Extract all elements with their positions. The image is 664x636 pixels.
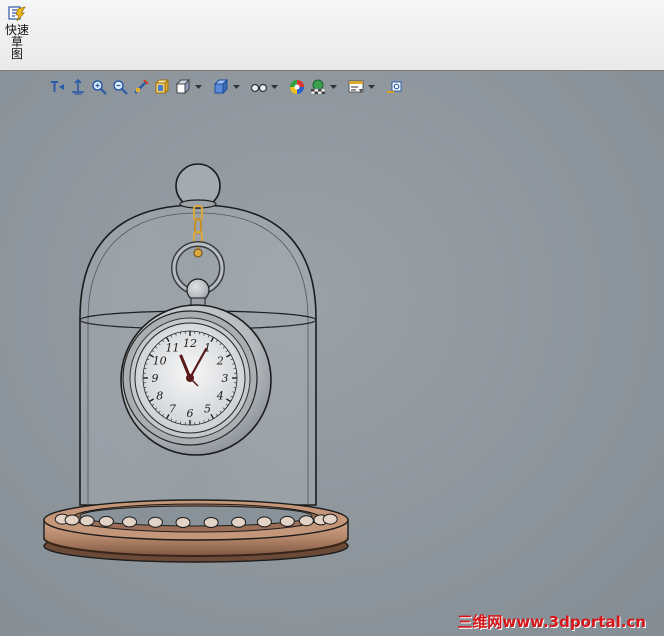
base-carved-hole <box>64 514 80 526</box>
dial-numeral: 11 <box>166 342 180 355</box>
dial-numeral: 4 <box>216 390 224 403</box>
quick-sketch-label-2: 图 <box>10 47 23 61</box>
base-carved-hole <box>98 515 114 527</box>
site-watermark: 三维网www.3dportal.cn <box>457 613 646 631</box>
pocket-watch: 12 1234567891011 <box>120 304 272 456</box>
dome-knob <box>175 163 221 209</box>
base-carved-hole <box>203 517 219 528</box>
base-carved-hole <box>231 516 247 528</box>
base-carved-hole <box>256 516 272 528</box>
wooden-base <box>43 499 349 563</box>
dial-numeral: 9 <box>152 372 159 385</box>
quick-sketch-button[interactable]: 快速草 图 <box>0 6 34 60</box>
dial-numeral: 3 <box>222 372 229 385</box>
dial-numeral: 6 <box>187 407 194 420</box>
dial-numeral: 5 <box>204 402 211 415</box>
base-carved-hole <box>79 515 95 527</box>
base-carved-hole <box>322 513 338 525</box>
dial-numeral: 12 <box>183 337 197 350</box>
base-carved-hole <box>122 516 137 528</box>
base-carved-hole <box>279 515 295 527</box>
quick-sketch-label-1: 快速草 <box>4 23 29 49</box>
dial-numeral: 10 <box>153 355 167 368</box>
graphics-viewport[interactable]: 12 1 2 3 4 5 6 7 8 9 10 11 三维网www.3dportal.cn <box>0 71 664 636</box>
dial-numeral: 8 <box>156 390 163 403</box>
dial-numeral: 7 <box>169 402 176 415</box>
dial-numeral: 2 <box>216 355 224 368</box>
base-carved-hole <box>175 517 191 528</box>
base-carved-hole <box>298 515 314 527</box>
bell-jar-clock-model: 12 1234567891011 <box>43 163 349 563</box>
quick-sketch-icon <box>8 6 26 22</box>
command-manager-panel: 快速草 图 <box>0 0 664 71</box>
base-carved-hole <box>147 516 163 528</box>
